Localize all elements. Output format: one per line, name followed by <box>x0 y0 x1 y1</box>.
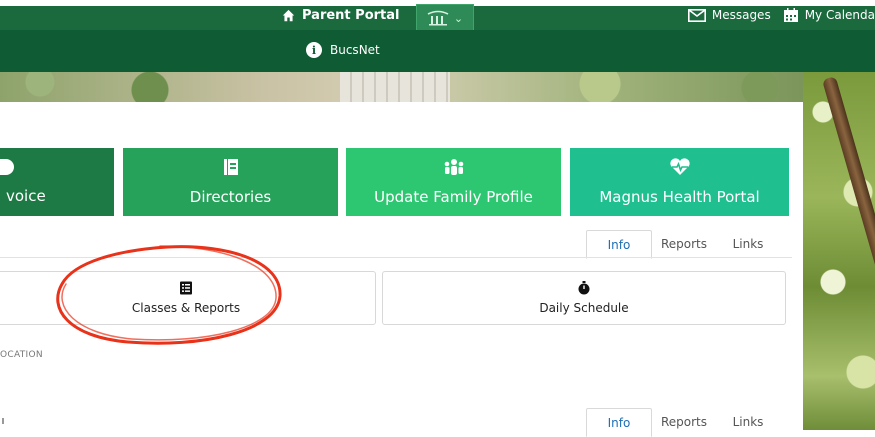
top-nav-right: Messages My Calenda <box>687 4 875 26</box>
bucsnet-link[interactable]: i BucsNet <box>306 42 380 58</box>
home-icon <box>282 9 295 21</box>
tab-info-2[interactable]: Info <box>586 408 652 437</box>
classes-and-reports-label: Classes & Reports <box>131 301 241 315</box>
tab-strip-divider <box>0 257 792 258</box>
location-section-label: OCATION <box>0 350 43 360</box>
messages-link[interactable]: Messages <box>687 8 771 22</box>
directories-tile-label: Directories <box>189 188 272 206</box>
campus-building-image <box>340 72 450 102</box>
update-family-profile-tile[interactable]: Update Family Profile <box>346 148 561 216</box>
magnus-health-portal-tile[interactable]: Magnus Health Portal <box>570 148 789 216</box>
classes-and-reports-card[interactable]: Classes & Reports <box>0 271 376 325</box>
school-logo-menu[interactable]: ⌄ <box>416 4 474 31</box>
daily-schedule-label: Daily Schedule <box>539 301 629 315</box>
checklist-icon <box>180 281 192 295</box>
messages-label: Messages <box>711 8 771 22</box>
heart-pulse-icon <box>669 158 690 175</box>
cropped-section-marker <box>2 418 4 424</box>
update-family-profile-tile-label: Update Family Profile <box>374 188 533 206</box>
parent-portal-label: Parent Portal <box>302 7 400 23</box>
stopwatch-icon <box>578 281 590 295</box>
calendar-icon <box>783 7 798 22</box>
tab-reports[interactable]: Reports <box>652 230 716 257</box>
tab-links-2[interactable]: Links <box>716 408 780 435</box>
directories-tile[interactable]: Directories <box>123 148 338 216</box>
parent-portal-link[interactable]: Parent Portal <box>282 2 400 28</box>
daily-schedule-card[interactable]: Daily Schedule <box>382 271 786 325</box>
tab-links[interactable]: Links <box>716 230 780 257</box>
my-calendar-link[interactable]: My Calenda <box>783 7 875 23</box>
envelope-icon <box>687 8 706 22</box>
my-calendar-label: My Calenda <box>804 8 875 22</box>
invoice-tile[interactable]: voice <box>0 148 114 216</box>
magnus-health-portal-tile-label: Magnus Health Portal <box>599 188 760 206</box>
sub-nav-bar <box>0 30 875 72</box>
bucsnet-label: BucsNet <box>330 43 380 57</box>
invoice-dollar-icon <box>0 159 14 175</box>
invoice-tile-label: voice <box>6 187 46 205</box>
family-icon <box>444 159 463 175</box>
resources-tab-strip: Info Reports Links <box>586 230 780 259</box>
school-logo-icon <box>427 10 449 26</box>
second-tab-strip: Info Reports Links <box>586 408 780 437</box>
chevron-down-icon: ⌄ <box>453 11 464 25</box>
tab-info[interactable]: Info <box>586 230 652 259</box>
info-icon: i <box>306 42 322 58</box>
directory-book-icon <box>223 159 238 175</box>
tab-reports-2[interactable]: Reports <box>652 408 716 435</box>
